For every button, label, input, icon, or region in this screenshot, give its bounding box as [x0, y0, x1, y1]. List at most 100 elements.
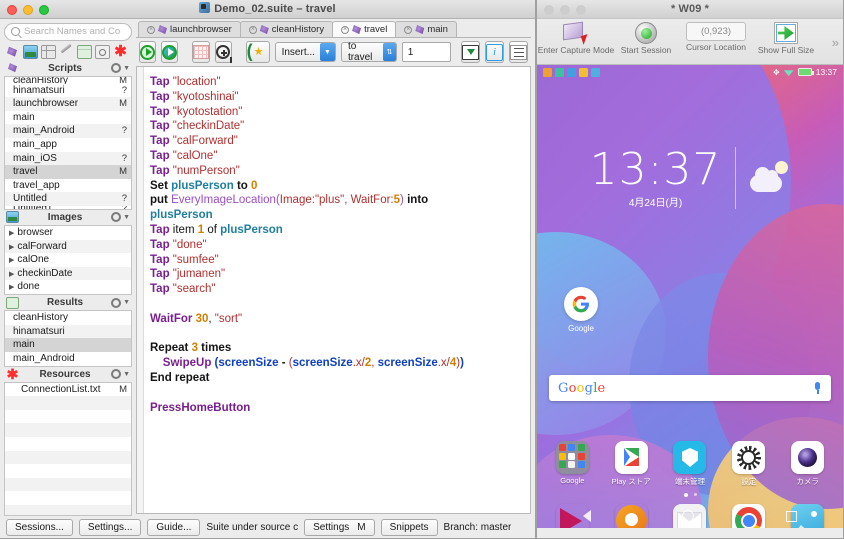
page-indicator[interactable] [537, 493, 843, 497]
disclosure-triangle-icon[interactable]: ▶ [9, 284, 14, 291]
list-item[interactable]: ▶ checkinDate [5, 266, 131, 281]
disclosure-triangle-icon[interactable]: ▶ [9, 271, 14, 278]
app-settings[interactable]: 設定 [723, 441, 775, 487]
save-button[interactable] [461, 41, 480, 63]
tab-launchbrowser[interactable]: × launchbrowser [138, 21, 241, 37]
gear-icon[interactable] [111, 63, 122, 74]
script-line[interactable]: Tap "search" [150, 282, 524, 297]
script-line[interactable]: Set plusPerson to 0 [150, 179, 524, 194]
list-item[interactable]: cleanHistory [5, 311, 131, 325]
zoom-button[interactable] [576, 5, 586, 15]
close-icon[interactable]: × [341, 25, 350, 34]
list-item[interactable] [5, 464, 131, 478]
tab-main[interactable]: × main [395, 21, 457, 37]
script-line[interactable]: put EveryImageLocation(Image:"plus", Wai… [150, 193, 524, 208]
android-nav-bar[interactable] [537, 504, 843, 528]
google-shortcut[interactable]: Google [557, 287, 605, 333]
editor-toolbar[interactable]: Insert... ▼ to travel ⇅ 1 i [136, 38, 531, 66]
chevron-down-icon[interactable]: ▼ [123, 65, 130, 72]
page-dot-active[interactable] [683, 493, 688, 497]
minimize-button[interactable] [23, 5, 33, 15]
script-line[interactable]: plusPerson [150, 208, 524, 223]
pencil-icon[interactable] [59, 45, 74, 59]
script-line[interactable]: Tap "done" [150, 238, 524, 253]
app-play-store[interactable]: Play ストア [605, 441, 657, 487]
app-google-folder[interactable]: Google [546, 441, 598, 487]
images-list[interactable]: ▶ browser ▶ calForward ▶ calOne ▶ checkinDat… [4, 224, 132, 296]
page-dot[interactable] [693, 493, 697, 496]
target-select[interactable]: to travel ⇅ [340, 41, 397, 63]
google-search-bar[interactable]: Google [549, 375, 831, 401]
disclosure-triangle-icon[interactable]: ▶ [9, 244, 14, 251]
list-item-travel[interactable]: travel M [5, 165, 131, 179]
list-item-main[interactable]: main [5, 338, 131, 352]
cursor-location-field[interactable]: (0,923) Cursor Location [681, 22, 751, 52]
script-line[interactable]: Tap item 1 of plusPerson [150, 223, 524, 238]
list-item[interactable]: ▶ calForward [5, 239, 131, 254]
clock-widget[interactable]: 13:37 4月24日(月) [537, 147, 843, 209]
sidebar-icon-toolbar[interactable]: ✱ [5, 44, 131, 59]
list-item[interactable] [5, 450, 131, 465]
close-icon[interactable]: × [404, 25, 413, 34]
table-icon[interactable] [41, 44, 56, 59]
guide-button[interactable]: Guide... [147, 518, 201, 536]
script-line[interactable]: Tap "kyotostation" [150, 105, 524, 120]
script-line[interactable] [150, 327, 524, 342]
list-item[interactable] [5, 505, 131, 515]
coordinate-field[interactable]: (0,923) [686, 22, 746, 41]
grid-button[interactable] [191, 41, 210, 63]
source-settings-button[interactable]: Settings M [304, 518, 375, 536]
insert-select[interactable]: Insert... ▼ [274, 42, 336, 62]
script-editor[interactable]: Tap "location" Tap "kyotoshinai" Tap "kyot… [136, 66, 531, 514]
scripts-list[interactable]: cleanHistory M hinamatsuri ? launchbrows… [4, 75, 132, 210]
recents-icon[interactable] [786, 510, 798, 522]
close-button[interactable] [7, 5, 17, 15]
list-item[interactable]: ▶ done [5, 280, 131, 294]
script-source[interactable]: Tap "location" Tap "kyotoshinai" Tap "kyot… [144, 67, 530, 513]
disclosure-triangle-icon[interactable]: ▶ [9, 257, 14, 264]
connection-icon[interactable] [95, 44, 110, 59]
run-on-device-button[interactable] [161, 41, 178, 63]
list-item[interactable]: main [5, 111, 131, 125]
script-line[interactable]: Tap "location" [150, 75, 524, 90]
snippets-button[interactable]: Snippets [380, 518, 438, 536]
list-item[interactable] [5, 423, 131, 438]
gear-icon[interactable] [111, 212, 122, 223]
script-line[interactable]: Tap "numPerson" [150, 164, 524, 179]
capture-button[interactable] [245, 41, 270, 63]
count-input[interactable]: 1 [401, 42, 451, 62]
chevron-down-icon[interactable]: ▼ [123, 371, 130, 378]
disclosure-triangle-icon[interactable]: ▶ [9, 230, 14, 237]
script-line[interactable]: Tap "calOne" [150, 149, 524, 164]
list-item[interactable]: ConnectionList.txt M [5, 383, 131, 397]
script-line[interactable] [150, 297, 524, 312]
tab-cleanHistory[interactable]: × cleanHistory [239, 21, 334, 37]
list-item[interactable]: hinamatsuri [5, 324, 131, 339]
list-item[interactable] [5, 491, 131, 505]
search-input[interactable]: Search Names and Co [4, 23, 132, 41]
run-script-button[interactable] [139, 41, 156, 63]
script-line[interactable]: Tap "sumfee" [150, 253, 524, 268]
window-controls[interactable] [544, 5, 586, 15]
script-line[interactable]: Tap "jumanen" [150, 267, 524, 282]
list-item[interactable]: ▶ browser [5, 226, 131, 240]
gear-icon[interactable] [111, 297, 122, 308]
list-button[interactable] [509, 41, 528, 63]
list-item[interactable]: ▶ calOne [5, 253, 131, 267]
back-icon[interactable] [582, 510, 591, 522]
mic-icon[interactable] [813, 381, 822, 395]
list-item[interactable]: main_iOS ? [5, 151, 131, 166]
chevron-down-icon[interactable]: ▼ [319, 43, 335, 61]
device-screen[interactable]: ✥ 13:37 13:37 4月24日(月) Google Google Goo… [537, 65, 843, 528]
script-line[interactable]: End repeat [150, 371, 524, 386]
asterisk-icon[interactable]: ✱ [113, 44, 128, 59]
app-camera[interactable]: カメラ [782, 441, 834, 487]
script-line[interactable]: Repeat 3 times [150, 341, 524, 356]
info-button[interactable]: i [485, 41, 504, 63]
list-item[interactable]: Untitled ? [5, 192, 131, 206]
chevron-down-icon[interactable]: ▼ [123, 214, 130, 221]
script-line[interactable]: WaitFor 30, "sort" [150, 312, 524, 327]
close-button[interactable] [544, 5, 554, 15]
home-icon[interactable] [682, 510, 695, 522]
script-tab-bar[interactable]: × launchbrowser × cleanHistory × travel … [136, 21, 531, 38]
